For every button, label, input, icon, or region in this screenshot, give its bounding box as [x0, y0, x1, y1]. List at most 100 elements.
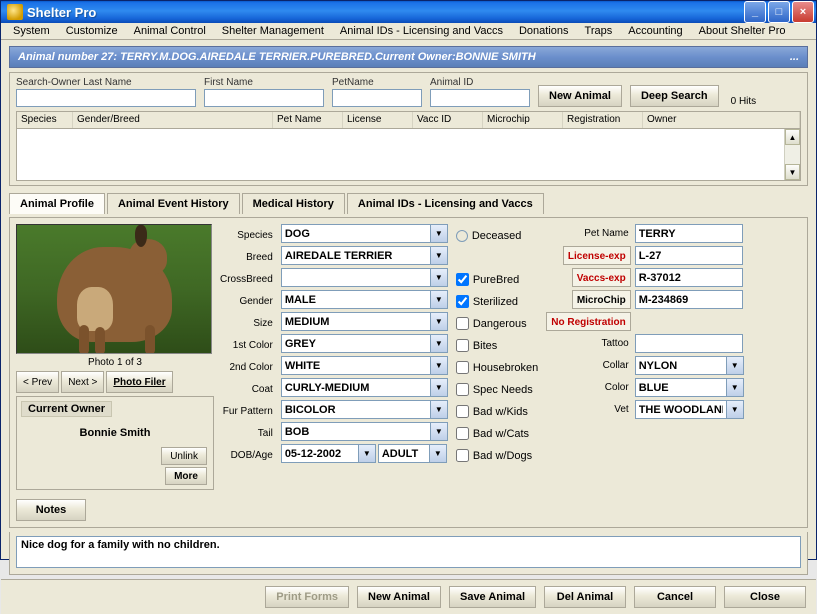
main-window: Shelter Pro _ □ × System Customize Anima…: [0, 0, 817, 560]
close-button-bottom[interactable]: Close: [724, 586, 806, 608]
menu-animal-control[interactable]: Animal Control: [126, 23, 214, 39]
dangerous-checkbox[interactable]: [456, 317, 469, 330]
no-registration-button[interactable]: No Registration: [546, 312, 630, 331]
vet-select[interactable]: [635, 400, 727, 419]
badcats-checkbox[interactable]: [456, 427, 469, 440]
photo-next-button[interactable]: Next >: [61, 371, 104, 393]
chevron-down-icon[interactable]: ▼: [359, 444, 376, 463]
save-animal-button[interactable]: Save Animal: [449, 586, 536, 608]
tab-animal-ids[interactable]: Animal IDs - Licensing and Vaccs: [347, 193, 544, 214]
gender-select[interactable]: [281, 290, 431, 309]
menu-system[interactable]: System: [5, 23, 58, 39]
photo-filer-button[interactable]: Photo Filer: [106, 371, 172, 393]
notes-row: Nice dog for a family with no children.: [9, 532, 808, 575]
tab-animal-profile[interactable]: Animal Profile: [9, 193, 105, 214]
tab-medical-history[interactable]: Medical History: [242, 193, 345, 214]
close-button[interactable]: ×: [792, 1, 814, 23]
purebred-checkbox[interactable]: [456, 273, 469, 286]
chevron-down-icon[interactable]: ▼: [727, 378, 744, 397]
new-animal-button-bottom[interactable]: New Animal: [357, 586, 441, 608]
chevron-down-icon[interactable]: ▼: [431, 224, 448, 243]
dob-input[interactable]: [281, 444, 359, 463]
chevron-down-icon[interactable]: ▼: [431, 400, 448, 419]
badkids-checkbox[interactable]: [456, 405, 469, 418]
col-species[interactable]: Species: [17, 112, 73, 128]
minimize-button[interactable]: _: [744, 1, 766, 23]
deceased-radio[interactable]: [456, 230, 468, 242]
chevron-down-icon[interactable]: ▼: [431, 334, 448, 353]
col-petname[interactable]: Pet Name: [273, 112, 343, 128]
chevron-down-icon[interactable]: ▼: [727, 356, 744, 375]
microchip-input[interactable]: [635, 290, 743, 309]
vaccs-exp-button[interactable]: Vaccs-exp: [572, 268, 631, 287]
col-microchip[interactable]: Microchip: [483, 112, 563, 128]
chevron-down-icon[interactable]: ▼: [431, 268, 448, 287]
age-select[interactable]: [378, 444, 430, 463]
print-forms-button[interactable]: Print Forms: [265, 586, 349, 608]
col-gender-breed[interactable]: Gender/Breed: [73, 112, 273, 128]
menu-customize[interactable]: Customize: [58, 23, 126, 39]
petname-input[interactable]: [635, 224, 743, 243]
chevron-down-icon[interactable]: ▼: [431, 422, 448, 441]
vaccs-input[interactable]: [635, 268, 743, 287]
housebroken-checkbox[interactable]: [456, 361, 469, 374]
scroll-up-icon[interactable]: ▲: [785, 129, 800, 145]
tab-event-history[interactable]: Animal Event History: [107, 193, 240, 214]
menu-donations[interactable]: Donations: [511, 23, 577, 39]
menu-accounting[interactable]: Accounting: [620, 23, 690, 39]
chevron-down-icon[interactable]: ▼: [430, 444, 447, 463]
search-lastname-input[interactable]: [16, 89, 196, 107]
col-owner[interactable]: Owner: [643, 112, 800, 128]
sterilized-checkbox[interactable]: [456, 295, 469, 308]
search-petname-input[interactable]: [332, 89, 422, 107]
chevron-down-icon[interactable]: ▼: [431, 246, 448, 265]
owner-more-button[interactable]: More: [165, 467, 207, 485]
chevron-down-icon[interactable]: ▼: [431, 312, 448, 331]
color2-select[interactable]: [281, 356, 431, 375]
search-animalid-input[interactable]: [430, 89, 530, 107]
notes-textarea[interactable]: Nice dog for a family with no children.: [16, 536, 801, 568]
chevron-down-icon[interactable]: ▼: [431, 356, 448, 375]
license-exp-button[interactable]: License-exp: [563, 246, 631, 265]
chevron-down-icon[interactable]: ▼: [431, 290, 448, 309]
breed-select[interactable]: [281, 246, 431, 265]
del-animal-button[interactable]: Del Animal: [544, 586, 626, 608]
notes-button[interactable]: Notes: [16, 499, 86, 521]
chevron-down-icon[interactable]: ▼: [727, 400, 744, 419]
deep-search-button[interactable]: Deep Search: [630, 85, 719, 107]
grid-body[interactable]: ▲ ▼: [16, 129, 801, 181]
microchip-button[interactable]: MicroChip: [572, 290, 631, 309]
menu-shelter-management[interactable]: Shelter Management: [214, 23, 332, 39]
coat-select[interactable]: [281, 378, 431, 397]
menu-about[interactable]: About Shelter Pro: [691, 23, 794, 39]
size-select[interactable]: [281, 312, 431, 331]
owner-unlink-button[interactable]: Unlink: [161, 447, 207, 465]
col-registration[interactable]: Registration: [563, 112, 643, 128]
crossbreed-select[interactable]: [281, 268, 431, 287]
col-vaccid[interactable]: Vacc ID: [413, 112, 483, 128]
tattoo-input[interactable]: [635, 334, 743, 353]
color1-select[interactable]: [281, 334, 431, 353]
baddogs-checkbox[interactable]: [456, 449, 469, 462]
search-firstname-input[interactable]: [204, 89, 324, 107]
fur-select[interactable]: [281, 400, 431, 419]
collar-select[interactable]: [635, 356, 727, 375]
label-vet: Vet: [612, 400, 630, 419]
chevron-down-icon[interactable]: ▼: [431, 378, 448, 397]
species-select[interactable]: [281, 224, 431, 243]
menu-animal-ids[interactable]: Animal IDs - Licensing and Vaccs: [332, 23, 511, 39]
grid-scrollbar[interactable]: ▲ ▼: [784, 129, 800, 180]
collar-color-select[interactable]: [635, 378, 727, 397]
photo-prev-button[interactable]: < Prev: [16, 371, 59, 393]
maximize-button[interactable]: □: [768, 1, 790, 23]
tail-select[interactable]: [281, 422, 431, 441]
banner-more-icon[interactable]: ...: [790, 51, 799, 63]
menu-traps[interactable]: Traps: [577, 23, 621, 39]
new-animal-button[interactable]: New Animal: [538, 85, 622, 107]
bites-checkbox[interactable]: [456, 339, 469, 352]
scroll-down-icon[interactable]: ▼: [785, 164, 800, 180]
cancel-button[interactable]: Cancel: [634, 586, 716, 608]
col-license[interactable]: License: [343, 112, 413, 128]
license-input[interactable]: [635, 246, 743, 265]
specneeds-checkbox[interactable]: [456, 383, 469, 396]
